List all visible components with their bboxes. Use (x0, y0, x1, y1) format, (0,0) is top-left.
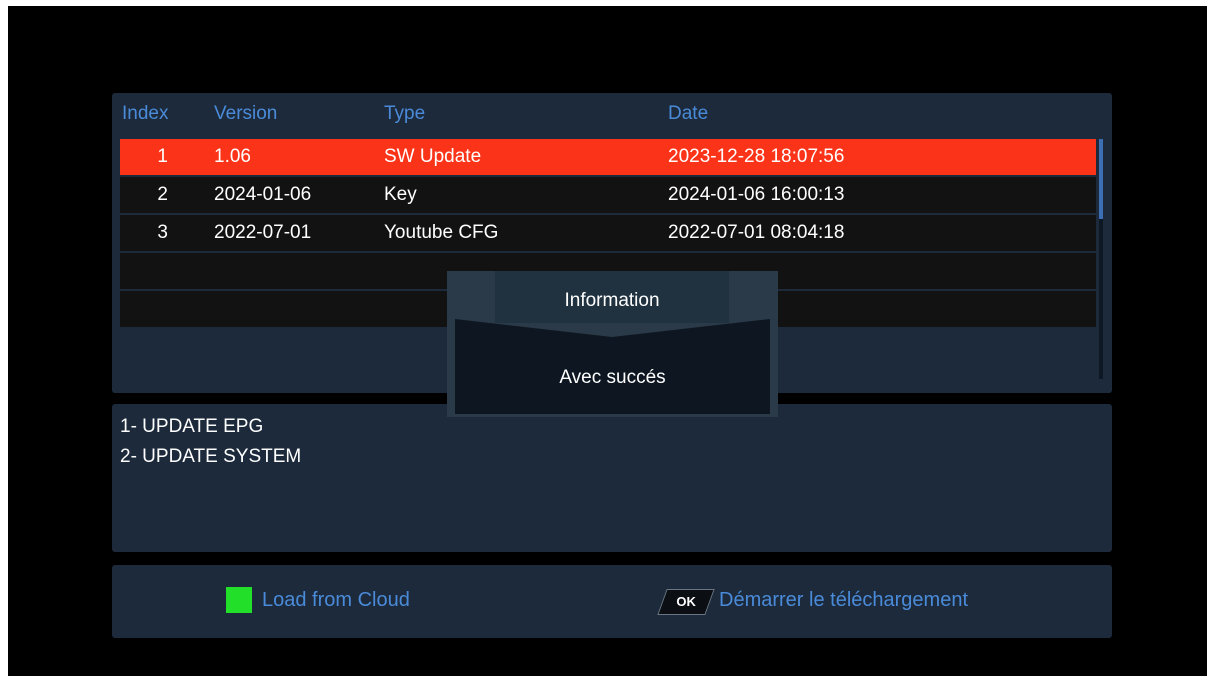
dialog-message: Avec succés (559, 367, 666, 388)
list-scrollbar[interactable] (1099, 139, 1103, 379)
scrollbar-thumb[interactable] (1099, 139, 1103, 219)
row-index: 3 (157, 222, 168, 243)
dialog-title: Information (564, 290, 660, 311)
column-header-index: Index (122, 103, 169, 124)
row-version: 1.06 (214, 146, 251, 167)
row-version: 2022-07-01 (214, 222, 312, 243)
row-index: 1 (157, 146, 168, 167)
row-version: 2024-01-06 (214, 184, 312, 205)
table-row-1[interactable]: 1 1.06 SW Update 2023-12-28 18:07:56 (120, 139, 1096, 177)
start-download-hint[interactable]: Démarrer le téléchargement (719, 589, 968, 612)
row-index: 2 (157, 184, 168, 205)
table-row-2[interactable]: 2 2024-01-06 Key 2024-01-06 16:00:13 (120, 177, 1096, 215)
update-info-panel: 1- UPDATE EPG 2- UPDATE SYSTEM (112, 404, 1112, 552)
key-hint-bar: Load from Cloud OK Démarrer le télécharg… (112, 565, 1112, 638)
load-from-cloud-hint[interactable]: Load from Cloud (262, 589, 410, 612)
row-type: Key (384, 184, 417, 205)
tv-screen: Index Version Type Date 1 1.06 SW Update… (8, 6, 1207, 676)
column-header-date: Date (668, 103, 709, 124)
ok-key-text: OK (676, 594, 696, 609)
column-header-version: Version (214, 103, 278, 124)
row-date: 2023-12-28 18:07:56 (668, 146, 845, 167)
row-type: SW Update (384, 146, 482, 167)
row-type: Youtube CFG (384, 222, 499, 243)
dialog-title-bar: Information (495, 271, 729, 323)
row-date: 2024-01-06 16:00:13 (668, 184, 845, 205)
table-row-3[interactable]: 3 2022-07-01 Youtube CFG 2022-07-01 08:0… (120, 215, 1096, 253)
row-date: 2022-07-01 08:04:18 (668, 222, 845, 243)
ok-key-icon: OK (657, 589, 715, 615)
info-line-2: 2- UPDATE SYSTEM (120, 446, 302, 467)
column-header-type: Type (384, 103, 426, 124)
info-line-1: 1- UPDATE EPG (120, 416, 264, 437)
information-dialog: Information Avec succés (447, 271, 778, 417)
green-color-key-icon (226, 587, 252, 613)
